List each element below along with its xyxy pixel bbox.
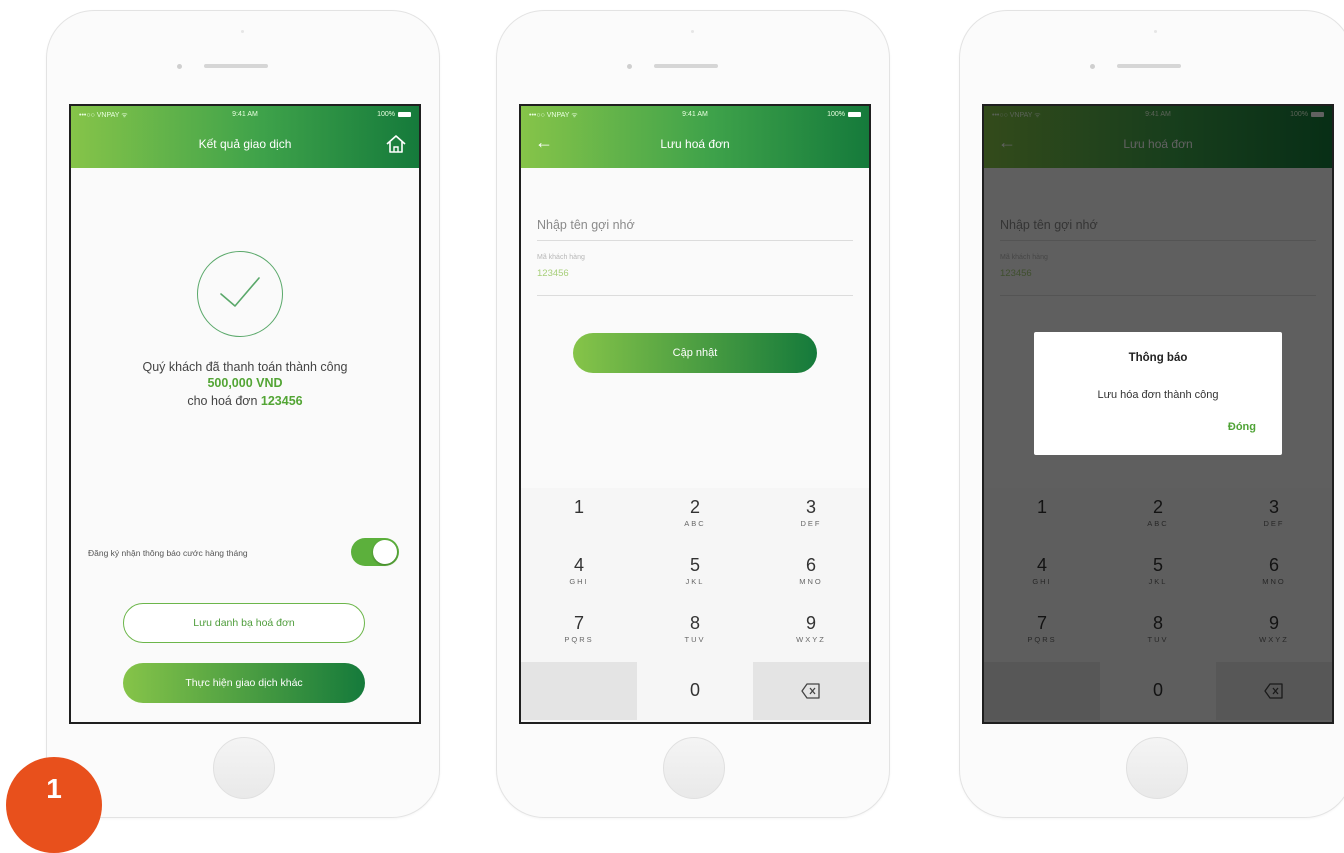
toggle-knob <box>373 540 397 564</box>
phone-camera <box>1090 64 1095 69</box>
battery-icon <box>398 112 411 117</box>
success-message: Quý khách đã thanh toán thành công <box>142 360 348 374</box>
page-title: Lưu hoá đơn <box>660 137 730 151</box>
phone-speaker <box>654 64 718 68</box>
dialog-message: Lưu hóa đơn thành công <box>1097 389 1219 401</box>
phone-camera <box>177 64 182 69</box>
success-check-circle <box>197 251 283 337</box>
key-8[interactable]: 8 TUV <box>637 604 753 662</box>
step-number-badge: 1 <box>6 757 102 853</box>
key-3[interactable]: 3 DEF <box>753 488 869 546</box>
page-title: Kết quả giao dịch <box>198 137 292 151</box>
status-bar: •••○○ VNPAY ᯤ 9:41 AM 100% <box>71 111 419 123</box>
key-5[interactable]: 5 JKL <box>637 546 753 604</box>
phone-home-button <box>1126 737 1188 799</box>
battery-percent: 100% <box>377 111 395 118</box>
battery-percent: 100% <box>827 111 845 118</box>
key-2[interactable]: 2 ABC <box>637 488 753 546</box>
phone-home-button <box>663 737 725 799</box>
key-4[interactable]: 4 GHI <box>521 546 637 604</box>
phone-frame-2: •••○○ VNPAY ᯤ 9:41 AM 100% ← Lưu hoá đơn… <box>496 10 890 818</box>
phone-top-dot <box>691 30 694 33</box>
dialog-close-button[interactable]: Đóng <box>1228 421 1256 433</box>
phone-camera <box>627 64 632 69</box>
new-transaction-button[interactable]: Thực hiện giao dịch khác <box>123 663 365 703</box>
status-bar: •••○○ VNPAY ᯤ 9:41 AM 100% <box>521 111 869 123</box>
key-7[interactable]: 7 PQRS <box>521 604 637 662</box>
update-button[interactable]: Cập nhật <box>573 333 817 373</box>
phone-speaker <box>1117 64 1181 68</box>
monthly-notification-label: Đăng ký nhận thông báo cước hàng tháng <box>88 548 248 558</box>
status-time: 9:41 AM <box>232 111 258 118</box>
key-0[interactable]: 0 <box>637 662 753 720</box>
key-backspace[interactable] <box>753 662 869 720</box>
bill-number: 123456 <box>260 394 303 408</box>
numeric-keypad: 1 2ABC 3DEF 4GHI 5JKL 6MNO 7PQRS 8TUV 9W… <box>521 488 869 722</box>
monthly-notification-toggle[interactable] <box>351 538 399 566</box>
notification-dialog: Thông báo Lưu hóa đơn thành công Đóng <box>1034 332 1282 455</box>
app-header: •••○○ VNPAY ᯤ 9:41 AM 100% ← Lưu hoá đơn <box>521 106 869 168</box>
battery-icon <box>848 112 861 117</box>
check-icon <box>220 277 260 307</box>
input-underline <box>537 240 853 241</box>
key-1[interactable]: 1 <box>521 488 637 546</box>
save-bill-contact-button[interactable]: Lưu danh bạ hoá đơn <box>123 603 365 643</box>
phone-top-dot <box>1154 30 1157 33</box>
screen-save-bill-confirmation: •••○○ VNPAY ᯤ 9:41 AM 100% ← Lưu hoá đơn… <box>982 104 1334 724</box>
key-6[interactable]: 6 MNO <box>753 546 869 604</box>
customer-code-value: 123456 <box>537 268 569 279</box>
paid-amount: 500,000 VND <box>207 376 283 390</box>
reminder-name-input[interactable]: Nhập tên gợi nhớ <box>537 218 635 232</box>
phone-speaker <box>204 64 268 68</box>
screen-save-bill: •••○○ VNPAY ᯤ 9:41 AM 100% ← Lưu hoá đơn… <box>519 104 871 724</box>
home-icon[interactable] <box>385 134 407 154</box>
key-9[interactable]: 9 WXYZ <box>753 604 869 662</box>
input-underline <box>537 295 853 296</box>
screen-transaction-result: •••○○ VNPAY ᯤ 9:41 AM 100% Kết quả giao … <box>69 104 421 724</box>
dialog-title: Thông báo <box>1128 352 1188 364</box>
backspace-icon <box>801 683 820 699</box>
bill-prefix: cho hoá đơn <box>187 394 258 408</box>
key-blank <box>521 662 637 720</box>
phone-top-dot <box>241 30 244 33</box>
app-header: •••○○ VNPAY ᯤ 9:41 AM 100% Kết quả giao … <box>71 106 419 168</box>
phone-frame-1: •••○○ VNPAY ᯤ 9:41 AM 100% Kết quả giao … <box>46 10 440 818</box>
status-time: 9:41 AM <box>682 111 708 118</box>
phone-home-button <box>213 737 275 799</box>
bill-line: cho hoá đơn 123456 <box>71 394 419 408</box>
phone-frame-3: •••○○ VNPAY ᯤ 9:41 AM 100% ← Lưu hoá đơn… <box>959 10 1344 818</box>
customer-code-label: Mã khách hàng <box>537 254 585 261</box>
